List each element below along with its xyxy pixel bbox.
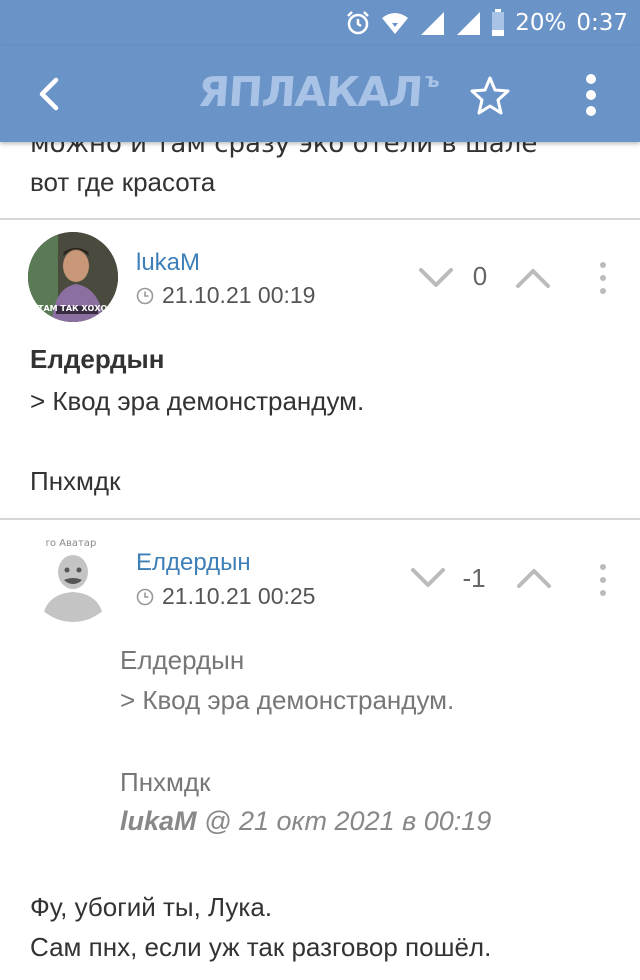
status-time: 0:37: [576, 10, 628, 36]
app-bar: ЯПЛАКАЛъ: [0, 46, 640, 142]
vote-count: -1: [462, 563, 486, 593]
quote-author: Елдердын: [30, 344, 165, 374]
quote-line: > Квод эра демонстрандум.: [30, 386, 365, 416]
previous-comment-text: вот где красота: [30, 167, 216, 197]
comment-text-line-2: Сам пнх, если уж так разговор пошёл.: [30, 932, 492, 962]
divider: [0, 518, 640, 520]
nested-quote-author: Елдердын: [120, 645, 245, 675]
signal-icon: [421, 12, 445, 35]
quote-signature-date: @ 21 окт 2021 в 00:19: [196, 806, 492, 836]
comment-username[interactable]: lukaM: [136, 249, 200, 277]
logo-text: ЯПЛАКАЛ: [196, 68, 424, 116]
comment-username[interactable]: Елдердын: [136, 549, 251, 577]
quote-signature: lukaM @ 21 окт 2021 в 00:19: [120, 806, 491, 837]
nested-quote-line: > Квод эра демонстрандум.: [120, 685, 455, 715]
status-bar: 20% 0:37: [0, 0, 640, 46]
vote-count: 0: [472, 261, 488, 291]
alarm-icon: [347, 11, 370, 35]
avatar[interactable]: то Аватар: [28, 532, 118, 622]
divider: [0, 218, 640, 220]
battery-percent: 20%: [515, 10, 567, 36]
avatar-caption: ТАМ ТАК ХОХО: [38, 304, 108, 313]
overflow-menu-icon[interactable]: [578, 72, 604, 118]
wifi-icon: [382, 13, 409, 34]
comment-text: Пнхмдк: [30, 466, 121, 496]
vote-down-icon[interactable]: [410, 566, 446, 590]
signal-icon-2: [457, 12, 481, 35]
clock-icon: [136, 588, 154, 605]
site-logo[interactable]: ЯПЛАКАЛъ: [196, 68, 449, 118]
comment-more-icon[interactable]: [598, 260, 608, 296]
avatar-caption: то Аватар: [44, 538, 97, 549]
datetime-text: 21.10.21 00:25: [162, 583, 316, 609]
clock-icon: [136, 287, 154, 304]
datetime-text: 21.10.21 00:19: [162, 282, 316, 308]
favorite-star-icon[interactable]: [468, 74, 512, 118]
logo-suffix: ъ: [424, 68, 440, 92]
comment-datetime: 21.10.21 00:19: [136, 282, 315, 309]
battery-icon: [492, 9, 505, 36]
comment-more-icon[interactable]: [598, 562, 608, 598]
vote-up-icon[interactable]: [516, 566, 552, 590]
quote-signature-user[interactable]: lukaM: [120, 806, 197, 836]
comment-text-line-1: Фу, убогий ты, Лука.: [30, 892, 273, 922]
comment-datetime: 21.10.21 00:25: [136, 583, 315, 610]
vote-down-icon[interactable]: [418, 266, 454, 290]
vote-up-icon[interactable]: [515, 266, 551, 290]
back-arrow-icon[interactable]: [30, 74, 70, 114]
nested-quote-reply: Пнхмдк: [120, 767, 211, 797]
avatar[interactable]: ТАМ ТАК ХОХО: [28, 232, 118, 322]
